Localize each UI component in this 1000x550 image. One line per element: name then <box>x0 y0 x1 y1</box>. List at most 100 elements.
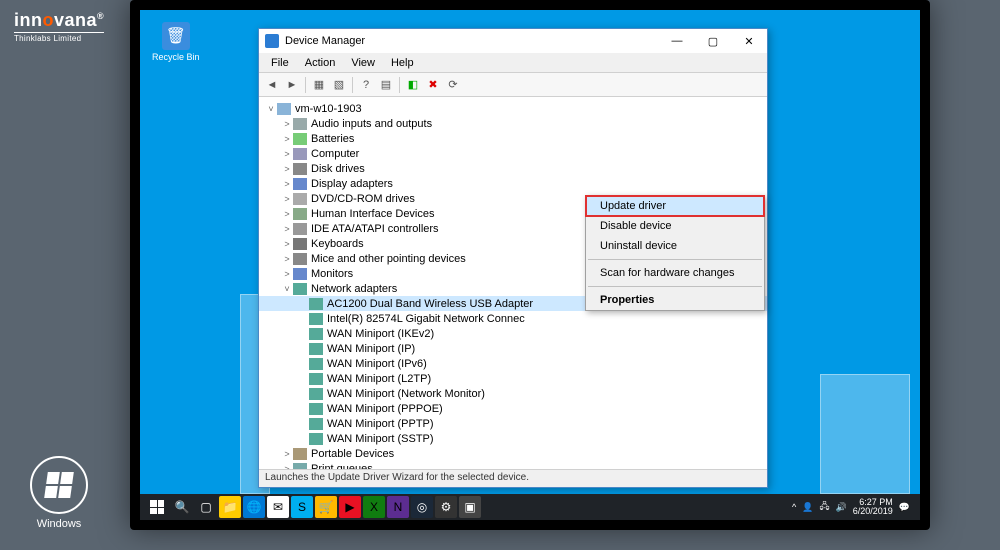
taskview-icon[interactable]: ▢ <box>195 496 217 518</box>
expand-icon[interactable]: > <box>281 164 293 174</box>
expand-icon[interactable]: > <box>281 464 293 470</box>
clock[interactable]: 6:27 PM6/20/2019 <box>853 498 893 516</box>
device-icon <box>293 163 307 175</box>
device-icon <box>309 388 323 400</box>
expand-icon[interactable]: > <box>281 209 293 219</box>
device-icon <box>277 103 291 115</box>
collapse-icon[interactable]: ˅ <box>281 284 293 294</box>
tree-label: Batteries <box>311 133 354 145</box>
expand-icon[interactable]: > <box>281 179 293 189</box>
tree-item[interactable]: ˅vm-w10-1903 <box>259 101 767 116</box>
device-icon <box>293 118 307 130</box>
forward-button[interactable]: ► <box>283 76 301 94</box>
task-icon[interactable]: N <box>387 496 409 518</box>
tree-item[interactable]: >Computer <box>259 146 767 161</box>
volume-icon[interactable]: 🔊 <box>836 502 847 513</box>
menu-help[interactable]: Help <box>383 57 422 69</box>
recycle-bin[interactable]: 🗑 Recycle Bin <box>152 22 200 62</box>
device-icon <box>293 268 307 280</box>
expand-icon[interactable]: > <box>281 239 293 249</box>
expand-icon[interactable]: > <box>281 269 293 279</box>
maximize-button[interactable]: ▢ <box>695 29 731 53</box>
windows-icon <box>44 472 74 498</box>
task-icon[interactable]: X <box>363 496 385 518</box>
monitor-frame: 🗑 Recycle Bin Device Manager — ▢ ✕ File … <box>130 0 930 530</box>
task-icon[interactable]: ⚙ <box>435 496 457 518</box>
scan-hardware-icon[interactable]: ⟳ <box>444 76 462 94</box>
task-icon[interactable]: S <box>291 496 313 518</box>
expand-icon[interactable]: > <box>281 134 293 144</box>
windows-badge: Windows <box>30 456 88 530</box>
menu-file[interactable]: File <box>263 57 297 69</box>
tree-item[interactable]: >Print queues <box>259 461 767 469</box>
tree-item[interactable]: WAN Miniport (SSTP) <box>259 431 767 446</box>
task-icon[interactable]: ▣ <box>459 496 481 518</box>
toolbar-icon[interactable]: ▧ <box>330 76 348 94</box>
update-driver-icon[interactable]: ◧ <box>404 76 422 94</box>
task-icon[interactable]: 📁 <box>219 496 241 518</box>
expand-icon[interactable]: > <box>281 449 293 459</box>
desktop[interactable]: 🗑 Recycle Bin Device Manager — ▢ ✕ File … <box>140 10 920 520</box>
tree-label: IDE ATA/ATAPI controllers <box>311 223 439 235</box>
separator <box>588 259 762 260</box>
tree-label: Intel(R) 82574L Gigabit Network Connec <box>327 313 525 325</box>
expand-icon[interactable]: > <box>281 254 293 264</box>
ctx-properties[interactable]: Properties <box>586 290 764 310</box>
tree-item[interactable]: WAN Miniport (L2TP) <box>259 371 767 386</box>
uninstall-icon[interactable]: ✖ <box>424 76 442 94</box>
collapse-icon[interactable]: ˅ <box>265 104 277 114</box>
close-button[interactable]: ✕ <box>731 29 767 53</box>
tree-item[interactable]: >Disk drives <box>259 161 767 176</box>
steam-icon[interactable]: ◎ <box>411 496 433 518</box>
ctx-update-driver[interactable]: Update driver <box>585 195 765 217</box>
tree-item[interactable]: WAN Miniport (PPTP) <box>259 416 767 431</box>
notifications-icon[interactable]: 💬 <box>899 502 910 513</box>
toolbar-icon[interactable]: ▤ <box>377 76 395 94</box>
device-icon <box>309 433 323 445</box>
titlebar[interactable]: Device Manager — ▢ ✕ <box>259 29 767 53</box>
taskbar[interactable]: 🔍 ▢ 📁 🌐 ✉ S 🛒 ▶ X N ◎ ⚙ ▣ ^ 👤 🖧 🔊 6:27 P… <box>140 494 920 520</box>
tree-label: WAN Miniport (IPv6) <box>327 358 427 370</box>
network-icon[interactable]: 🖧 <box>819 499 829 515</box>
tree-label: Audio inputs and outputs <box>311 118 432 130</box>
tree-item[interactable]: WAN Miniport (IKEv2) <box>259 326 767 341</box>
back-button[interactable]: ◄ <box>263 76 281 94</box>
device-icon <box>293 133 307 145</box>
background-window <box>820 374 910 494</box>
toolbar-icon[interactable]: ? <box>357 76 375 94</box>
ctx-scan-hardware[interactable]: Scan for hardware changes <box>586 263 764 283</box>
expand-icon[interactable]: > <box>281 194 293 204</box>
start-button[interactable] <box>144 495 170 519</box>
search-icon[interactable]: 🔍 <box>171 496 193 518</box>
menu-view[interactable]: View <box>343 57 383 69</box>
toolbar-icon[interactable]: ▦ <box>310 76 328 94</box>
device-icon <box>293 223 307 235</box>
task-icon[interactable]: ▶ <box>339 496 361 518</box>
tree-item[interactable]: WAN Miniport (PPPOE) <box>259 401 767 416</box>
device-icon <box>293 283 307 295</box>
expand-icon[interactable]: > <box>281 224 293 234</box>
ctx-disable-device[interactable]: Disable device <box>586 216 764 236</box>
tree-item[interactable]: >Portable Devices <box>259 446 767 461</box>
tree-label: Keyboards <box>311 238 364 250</box>
ctx-uninstall-device[interactable]: Uninstall device <box>586 236 764 256</box>
minimize-button[interactable]: — <box>659 29 695 53</box>
menu-action[interactable]: Action <box>297 57 344 69</box>
task-icon[interactable]: 🛒 <box>315 496 337 518</box>
people-icon[interactable]: 👤 <box>802 502 813 513</box>
system-tray[interactable]: ^ 👤 🖧 🔊 6:27 PM6/20/2019 💬 <box>792 498 916 516</box>
tray-icon[interactable]: ^ <box>792 502 796 512</box>
tree-item[interactable]: WAN Miniport (IP) <box>259 341 767 356</box>
tree-item[interactable]: > Audio inputs and outputs <box>259 116 767 131</box>
tree-item[interactable]: Intel(R) 82574L Gigabit Network Connec <box>259 311 767 326</box>
tree-item[interactable]: WAN Miniport (Network Monitor) <box>259 386 767 401</box>
tree-item[interactable]: > Batteries <box>259 131 767 146</box>
expand-icon[interactable]: > <box>281 149 293 159</box>
tree-item[interactable]: WAN Miniport (IPv6) <box>259 356 767 371</box>
tree-item[interactable]: >Display adapters <box>259 176 767 191</box>
device-icon <box>309 313 323 325</box>
task-icon[interactable]: ✉ <box>267 496 289 518</box>
expand-icon[interactable]: > <box>281 119 293 129</box>
brand-logo: innovana® Thinklabs Limited <box>14 10 104 43</box>
task-icon[interactable]: 🌐 <box>243 496 265 518</box>
